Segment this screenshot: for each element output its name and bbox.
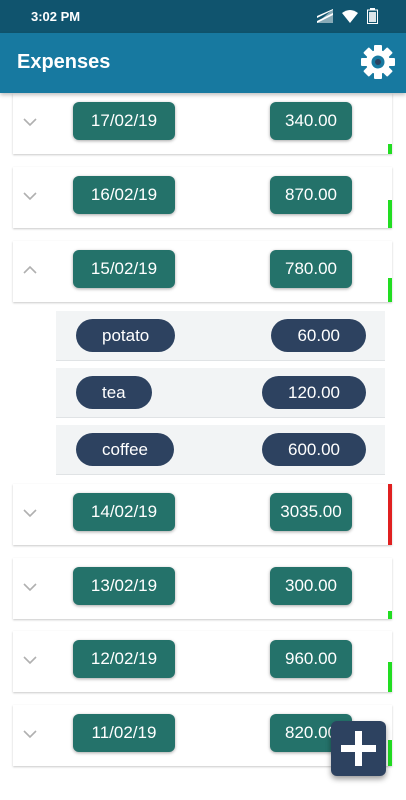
spending-indicator [388, 662, 392, 692]
expense-date: 15/02/19 [73, 250, 175, 288]
item-name: potato [76, 319, 176, 352]
spending-indicator [388, 611, 392, 619]
spending-indicator [388, 740, 392, 766]
expense-date: 14/02/19 [73, 493, 175, 531]
page-title: Expenses [17, 51, 111, 73]
expense-list: 17/02/19 340.00 16/02/19 870.00 15/02/19… [0, 93, 406, 800]
item-name: coffee [76, 433, 175, 466]
status-bar: 3:02 PM [0, 0, 406, 33]
expense-date: 13/02/19 [73, 567, 175, 605]
spending-indicator [388, 278, 392, 302]
item-name: tea [76, 376, 152, 409]
item-amount: 600.00 [262, 433, 366, 466]
expense-total: 780.00 [270, 250, 352, 288]
signal-icon [317, 9, 333, 23]
chevron-down-icon[interactable] [23, 580, 37, 594]
expense-card[interactable]: 14/02/19 3035.00 [13, 484, 392, 545]
expense-total: 3035.00 [270, 493, 352, 531]
status-time: 3:02 PM [31, 9, 81, 24]
item-amount: 60.00 [271, 319, 366, 352]
plus-icon [341, 731, 376, 766]
settings-button[interactable] [359, 43, 397, 81]
expense-date: 12/02/19 [73, 640, 175, 678]
chevron-down-icon[interactable] [23, 653, 37, 667]
chevron-down-icon[interactable] [23, 727, 37, 741]
expense-card[interactable]: 15/02/19 780.00 [13, 241, 392, 302]
expense-total: 870.00 [270, 176, 352, 214]
expense-total: 300.00 [270, 567, 352, 605]
expense-card[interactable]: 12/02/19 960.00 [13, 631, 392, 692]
item-amount: 120.00 [262, 376, 366, 409]
expense-date: 11/02/19 [73, 714, 175, 752]
expense-card[interactable]: 17/02/19 340.00 [13, 93, 392, 154]
expense-item-row: tea 120.00 [56, 368, 385, 418]
spending-indicator [388, 144, 392, 154]
expense-date: 17/02/19 [73, 102, 175, 140]
battery-icon [367, 8, 378, 24]
app-bar: Expenses [0, 33, 406, 93]
chevron-down-icon[interactable] [23, 506, 37, 520]
expense-date: 16/02/19 [73, 176, 175, 214]
spending-indicator [388, 484, 392, 545]
expense-card[interactable]: 16/02/19 870.00 [13, 167, 392, 228]
chevron-down-icon[interactable] [23, 189, 37, 203]
expense-item-row: potato 60.00 [56, 311, 385, 361]
chevron-down-icon[interactable] [23, 115, 37, 129]
spending-indicator [388, 200, 392, 228]
status-icons [317, 8, 378, 24]
gear-icon [361, 45, 395, 79]
expense-total: 960.00 [270, 640, 352, 678]
expense-item-row: coffee 600.00 [56, 425, 385, 475]
expense-total: 340.00 [270, 102, 352, 140]
chevron-up-icon[interactable] [23, 263, 37, 277]
wifi-icon [342, 9, 358, 23]
expense-card[interactable]: 13/02/19 300.00 [13, 558, 392, 619]
add-expense-button[interactable] [331, 721, 386, 776]
